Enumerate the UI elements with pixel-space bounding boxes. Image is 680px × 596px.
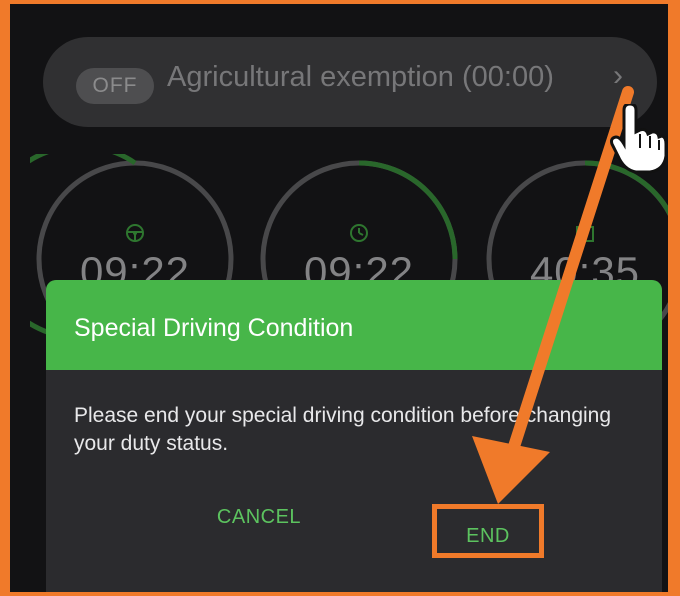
screenshot-frame: OFF Agricultural exemption (00:00) › 09:… [0,0,680,596]
cancel-button[interactable]: CANCEL [194,506,324,529]
dialog-message: Please end your special driving conditio… [74,404,612,455]
end-button[interactable]: END [432,504,544,558]
special-driving-condition-dialog: Special Driving Condition Please end you… [46,280,662,592]
dialog-title: Special Driving Condition [74,314,354,342]
dialog-header: Special Driving Condition [46,280,662,370]
app-screen: OFF Agricultural exemption (00:00) › 09:… [10,4,668,592]
